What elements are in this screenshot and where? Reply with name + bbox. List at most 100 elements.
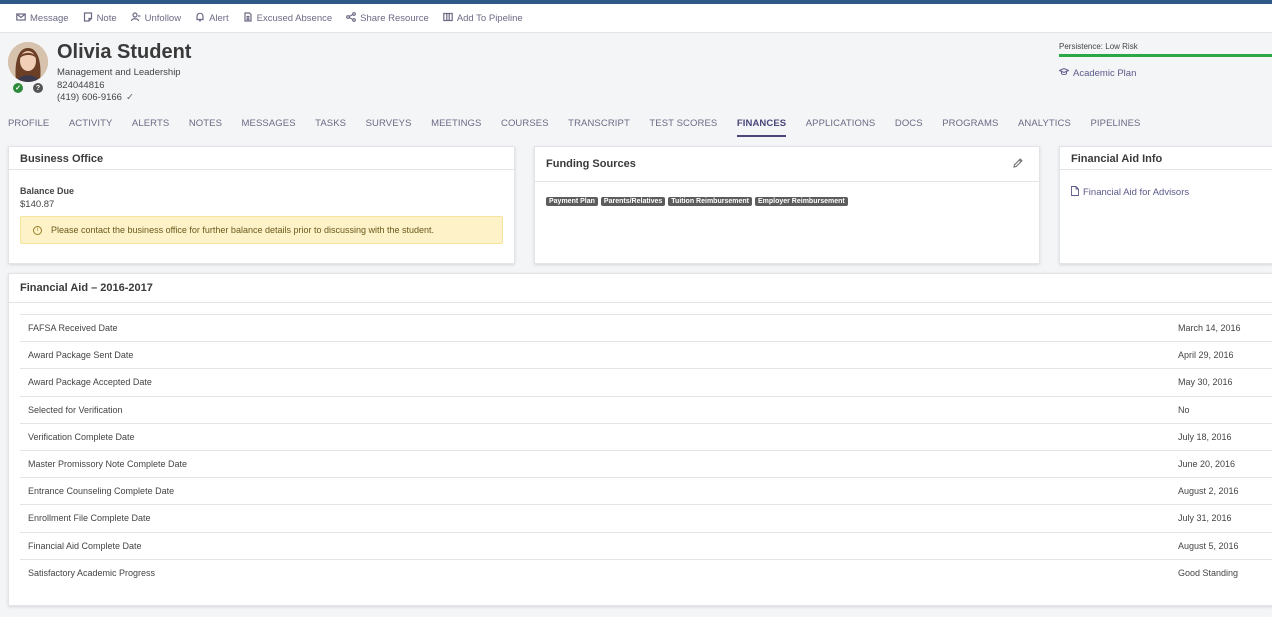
aid-row-value: June 20, 2016 [1178, 459, 1236, 470]
student-header: ✓ ? Olivia Student Management and Leader… [0, 34, 1272, 144]
academic-plan-link[interactable]: Academic Plan [1058, 67, 1137, 79]
unfollow-action[interactable]: Unfollow [130, 11, 182, 25]
envelope-icon [16, 12, 26, 25]
pdf-file-icon [1071, 186, 1079, 199]
phone-verified-check-icon: ✓ [125, 92, 134, 103]
aid-row-label: Award Package Sent Date [28, 350, 134, 361]
financial-aid-year-card: Financial Aid – 2016-2017 FAFSA Received… [8, 273, 1272, 606]
edit-pencil-icon[interactable] [1012, 157, 1024, 169]
tab-tasks[interactable]: TASKS [315, 117, 346, 137]
aid-row-label: FAFSA Received Date [28, 323, 118, 334]
aid-row-label: Selected for Verification [28, 404, 123, 415]
table-row: Enrollment File Complete Date July 31, 20… [20, 505, 1272, 533]
funding-sources-title: Funding Sources [546, 158, 636, 170]
business-office-header: Business Office [9, 147, 514, 170]
message-action[interactable]: Message [16, 12, 69, 25]
unfollow-label: Unfollow [144, 12, 182, 24]
aid-row-value: May 30, 2016 [1178, 377, 1233, 388]
aid-row-value: August 2, 2016 [1178, 486, 1239, 497]
tab-applications[interactable]: APPLICATIONS [806, 117, 876, 137]
funding-source-tag: Payment Plan [546, 197, 598, 206]
message-label: Message [30, 12, 69, 24]
tab-messages[interactable]: MESSAGES [242, 117, 296, 137]
add-to-pipeline-label: Add To Pipeline [456, 12, 523, 24]
tab-transcript[interactable]: TRANSCRIPT [568, 117, 630, 137]
info-icon: i [33, 225, 42, 235]
student-phone[interactable]: (419) 606-9166 [57, 92, 122, 103]
financial-aid-for-advisors-label: Financial Aid for Advisors [1083, 187, 1190, 198]
document-icon [243, 11, 253, 25]
bell-icon [195, 12, 205, 25]
tab-finances[interactable]: FINANCES [736, 117, 787, 137]
aid-row-label: Enrollment File Complete Date [28, 513, 151, 524]
tab-activity[interactable]: ACTIVITY [69, 117, 113, 137]
table-row: Master Promissory Note Complete Date June… [20, 451, 1272, 479]
tab-courses[interactable]: COURSES [501, 117, 549, 137]
aid-row-label: Satisfactory Academic Progress [28, 568, 156, 579]
financial-aid-for-advisors-link[interactable]: Financial Aid for Advisors [1071, 186, 1189, 199]
academic-plan-label: Academic Plan [1073, 67, 1137, 79]
action-bar: Message Note Unfollow Alert Excused Abse… [0, 4, 1272, 33]
aid-row-value: July 31, 2016 [1178, 513, 1232, 524]
persistence-label: Persistence: Low Risk [1059, 42, 1138, 51]
aid-row-label: Entrance Counseling Complete Date [28, 486, 175, 497]
aid-row-label: Financial Aid Complete Date [28, 540, 142, 551]
graduation-cap-icon [1058, 67, 1070, 79]
tab-alerts[interactable]: ALERTS [132, 117, 169, 137]
tab-docs[interactable]: DOCS [895, 117, 923, 137]
share-icon [346, 11, 357, 25]
balance-due-value: $140.87 [20, 199, 55, 210]
financial-aid-info-title: Financial Aid Info [1071, 153, 1163, 165]
share-resource-action[interactable]: Share Resource [346, 11, 429, 25]
funding-source-tag: Tuition Reimbursement [668, 197, 752, 206]
business-office-card: Business Office Balance Due $140.87 i Pl… [8, 146, 515, 264]
tab-profile[interactable]: PROFILE [8, 117, 49, 137]
profile-tabs: PROFILE ACTIVITY ALERTS NOTES MESSAGES TASKS S… [8, 117, 1160, 137]
student-phone-row: (419) 606-9166 ✓ [57, 92, 134, 103]
note-label: Note [96, 12, 117, 24]
excused-absence-label: Excused Absence [256, 12, 333, 24]
balance-notice: i Please contact the business office for… [20, 216, 503, 244]
aid-row-value: No [1178, 404, 1190, 415]
funding-source-tags: Payment Plan Parents/Relatives Tuition Rei… [546, 195, 851, 206]
funding-source-tag: Employer Reimbursement [754, 197, 848, 206]
aid-row-value: Good Standing [1178, 568, 1239, 579]
add-to-pipeline-action[interactable]: Add To Pipeline [443, 12, 523, 25]
balance-notice-text: Please contact the business office for f… [51, 225, 435, 235]
tab-pipelines[interactable]: PIPELINES [1090, 117, 1140, 137]
aid-row-label: Verification Complete Date [28, 431, 135, 442]
tab-analytics[interactable]: ANALYTICS [1018, 117, 1071, 137]
note-action[interactable]: Note [83, 11, 117, 25]
aid-row-value: July 18, 2016 [1178, 431, 1232, 442]
verified-check-icon: ✓ [13, 83, 23, 93]
tab-meetings[interactable]: MEETINGS [431, 117, 481, 137]
help-icon[interactable]: ? [33, 83, 43, 93]
alert-action[interactable]: Alert [195, 12, 229, 25]
tab-test-scores[interactable]: TEST SCORES [649, 117, 717, 137]
table-row: Award Package Accepted Date May 30, 2016 [20, 369, 1272, 397]
excused-absence-action[interactable]: Excused Absence [243, 11, 333, 25]
financial-aid-year-header: Financial Aid – 2016-2017 [9, 274, 1272, 303]
funding-source-tag: Parents/Relatives [600, 197, 666, 206]
financial-aid-info-header: Financial Aid Info [1060, 147, 1272, 170]
aid-row-value: April 29, 2016 [1178, 350, 1234, 361]
tab-notes[interactable]: NOTES [189, 117, 222, 137]
unfollow-icon [130, 11, 141, 25]
business-office-title: Business Office [20, 153, 104, 165]
funding-sources-header: Funding Sources [535, 147, 1039, 182]
alert-label: Alert [209, 12, 229, 24]
student-name: Olivia Student [57, 41, 192, 63]
status-icons: ✓ ? [13, 83, 43, 93]
aid-row-label: Award Package Accepted Date [28, 377, 152, 388]
tab-programs[interactable]: PROGRAMS [942, 117, 998, 137]
share-resource-label: Share Resource [360, 12, 429, 24]
table-row: Financial Aid Complete Date August 5, 201… [20, 533, 1272, 560]
balance-due-label: Balance Due [20, 186, 75, 196]
tab-surveys[interactable]: SURVEYS [366, 117, 412, 137]
table-row: Verification Complete Date July 18, 2016 [20, 424, 1272, 451]
student-program: Management and Leadership [57, 67, 181, 78]
financial-aid-info-card: Financial Aid Info Financial Aid for Adv… [1059, 146, 1272, 264]
note-icon [83, 11, 93, 25]
table-row: FAFSA Received Date March 14, 2016 [20, 315, 1272, 343]
student-id: 824044816 [57, 80, 105, 91]
